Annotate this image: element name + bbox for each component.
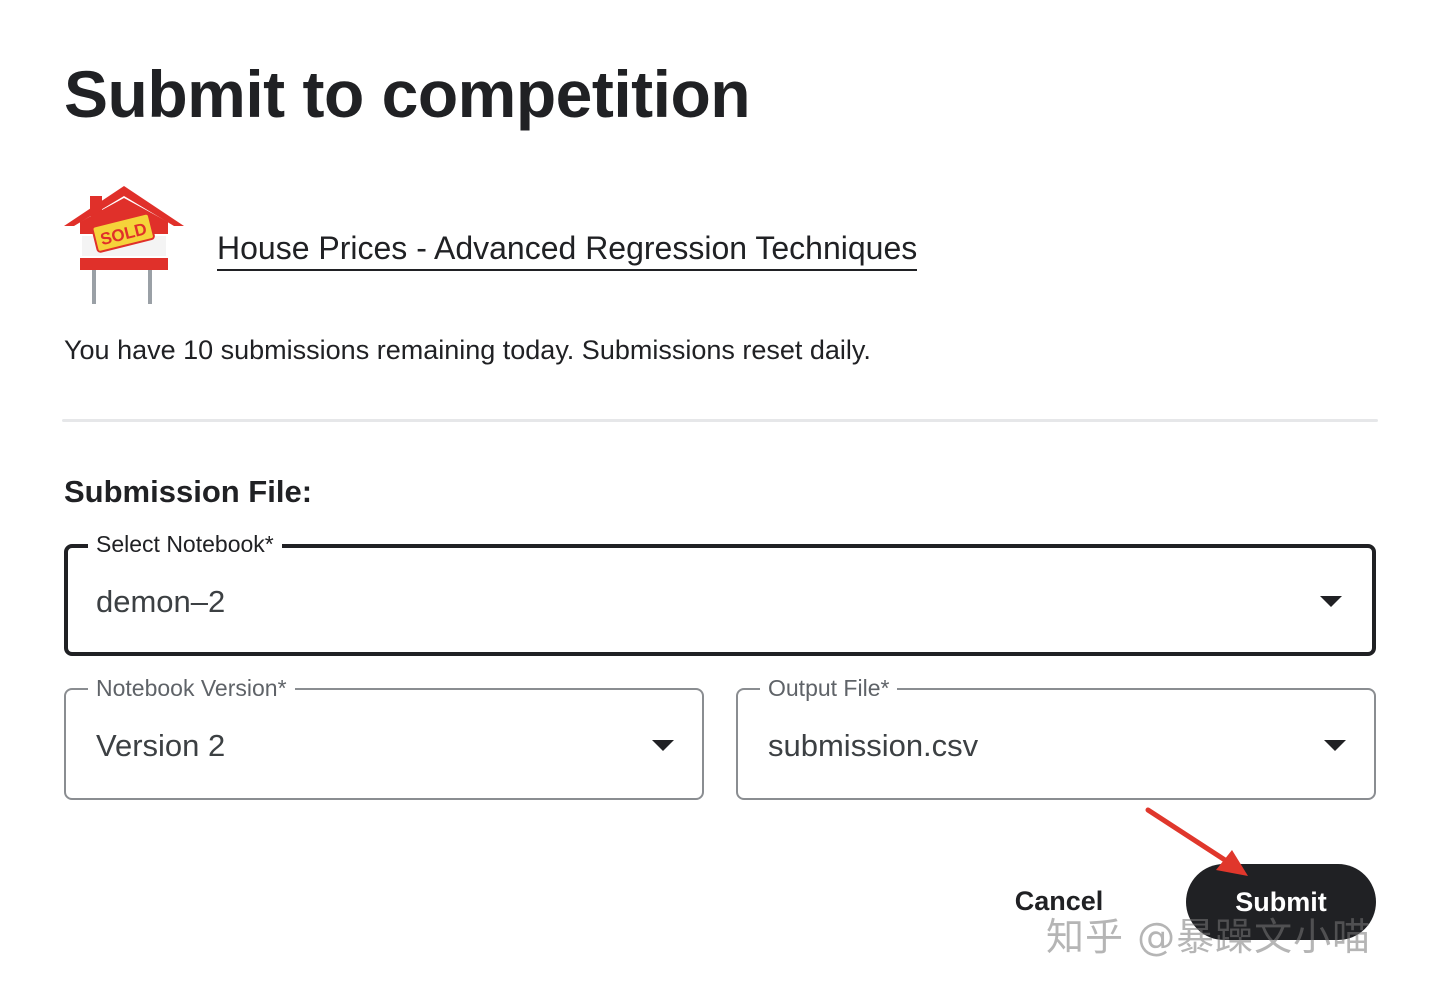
submissions-remaining-text: You have 10 submissions remaining today.… xyxy=(64,335,871,365)
notebook-version-value: Version 2 xyxy=(96,728,226,763)
notebook-version-dropdown[interactable]: Notebook Version* Version 2 xyxy=(64,674,704,800)
submit-dialog: Submit to competition SOLD House Prices … xyxy=(0,0,1438,990)
competition-thumbnail: SOLD xyxy=(60,182,188,306)
chevron-down-icon xyxy=(1324,740,1346,751)
select-notebook-dropdown[interactable]: Select Notebook* demon–2 xyxy=(64,530,1376,656)
divider xyxy=(62,419,1378,422)
house-sold-sign-icon: SOLD xyxy=(64,186,184,304)
output-file-dropdown[interactable]: Output File* submission.csv xyxy=(736,674,1376,800)
cancel-button[interactable]: Cancel xyxy=(1000,878,1118,924)
select-notebook-label: Select Notebook* xyxy=(88,530,282,558)
dialog-title: Submit to competition xyxy=(64,57,751,131)
competition-link[interactable]: House Prices - Advanced Regression Techn… xyxy=(217,230,918,271)
select-notebook-value: demon–2 xyxy=(96,584,226,619)
submission-file-label: Submission File: xyxy=(64,474,313,509)
chevron-down-icon xyxy=(1320,596,1342,607)
output-file-label: Output File* xyxy=(760,674,898,702)
notebook-version-label: Notebook Version* xyxy=(88,674,295,702)
submit-button[interactable]: Submit xyxy=(1186,864,1376,940)
output-file-value: submission.csv xyxy=(768,728,979,763)
chevron-down-icon xyxy=(652,740,674,751)
